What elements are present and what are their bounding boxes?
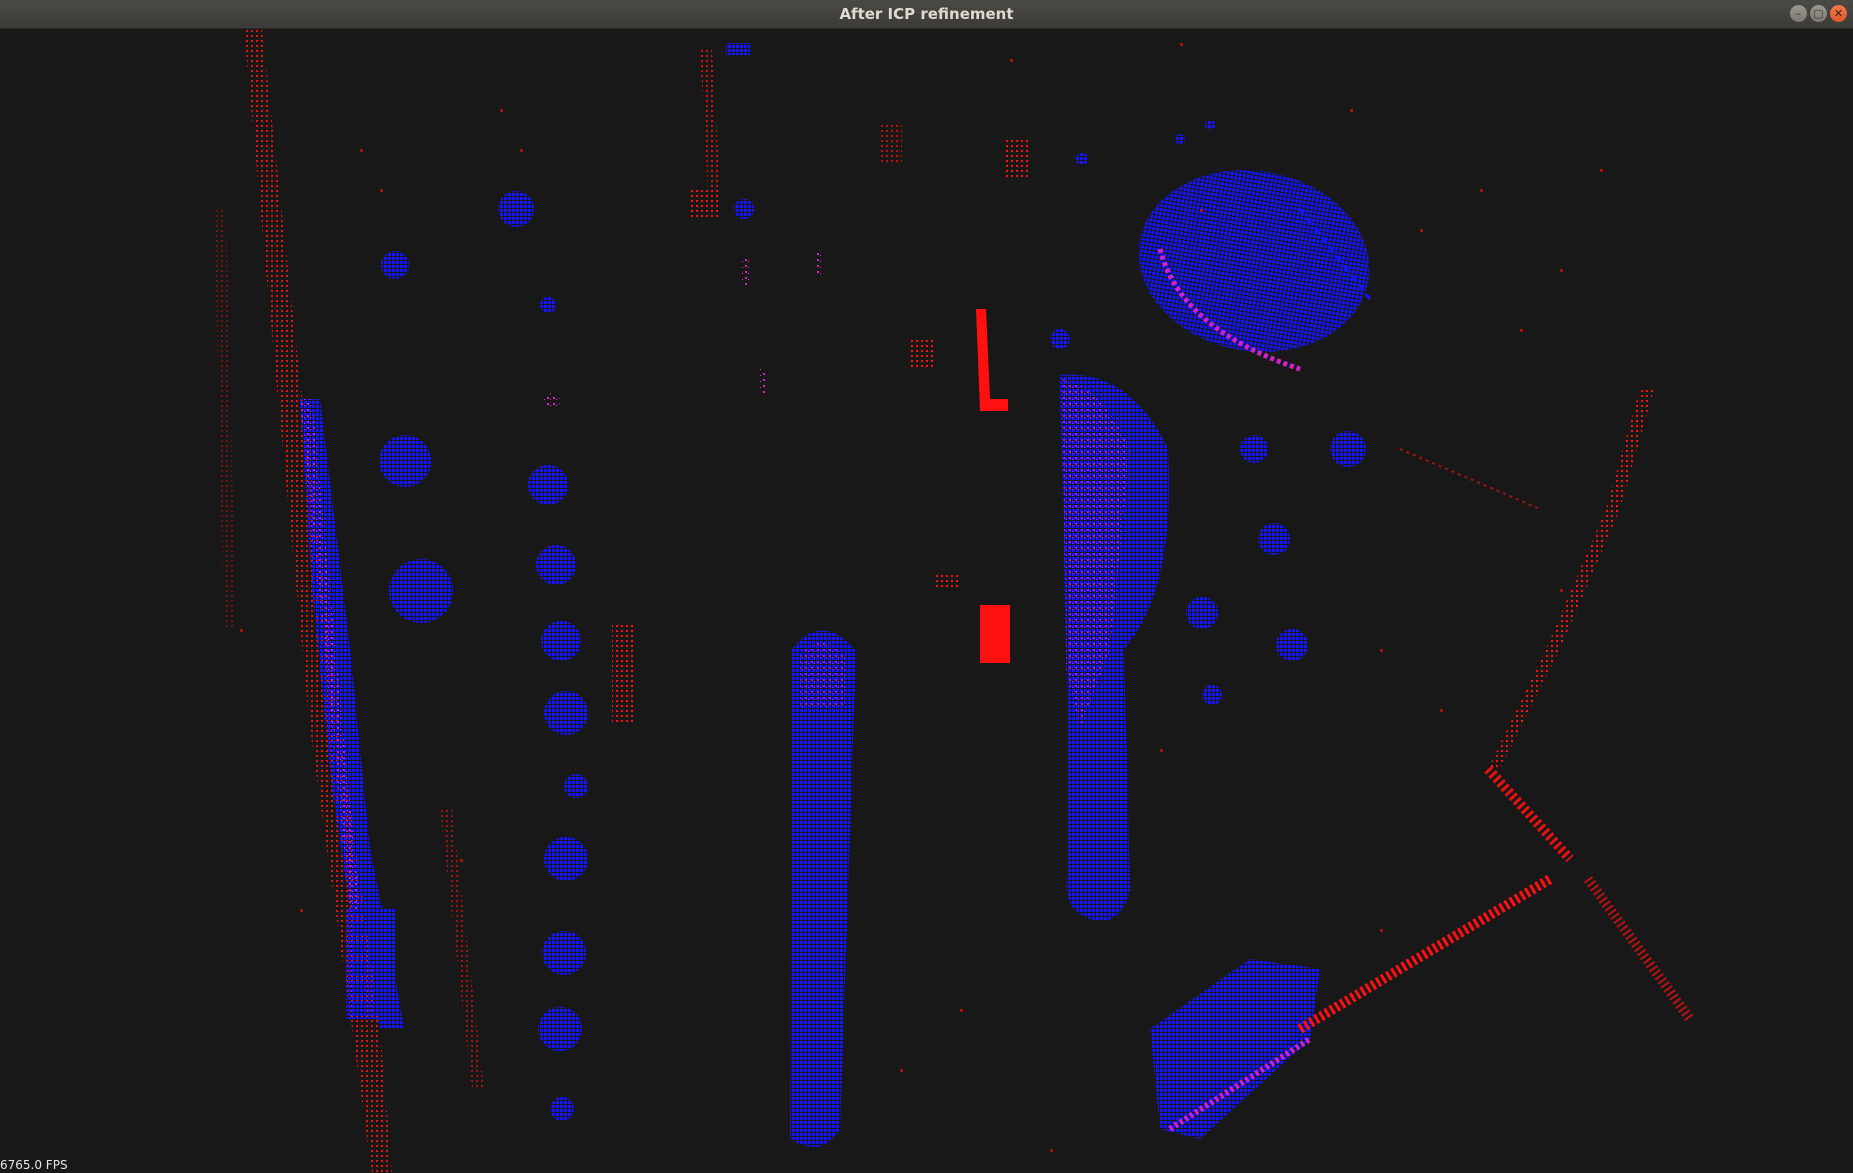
- blue-cloud-lower-vehicle: [1150, 959, 1320, 1139]
- blue-cloud-round-building: [1138, 170, 1372, 372]
- red-cloud-posts: [612, 49, 1030, 725]
- window-controls: – ▢ ✕: [1790, 5, 1847, 22]
- close-button[interactable]: ✕: [1830, 5, 1847, 22]
- blue-cloud-posts: [726, 43, 1070, 393]
- point-cloud-canvas[interactable]: [0, 29, 1853, 1173]
- window-title: After ICP refinement: [839, 5, 1014, 23]
- blue-cloud-trees: [379, 191, 588, 1121]
- fps-counter: 6765.0 FPS: [0, 1158, 68, 1172]
- blue-cloud-bus: [790, 630, 856, 1147]
- blue-cloud-truck: [1060, 374, 1170, 921]
- minimize-button[interactable]: –: [1790, 5, 1807, 22]
- point-cloud-viewport[interactable]: 6765.0 FPS: [0, 29, 1853, 1173]
- red-cloud-right-wall: [1297, 389, 1695, 1034]
- title-bar[interactable]: After ICP refinement – ▢ ✕: [0, 0, 1853, 29]
- app-window: After ICP refinement – ▢ ✕ 6765.0 FPS: [0, 0, 1853, 1173]
- maximize-button[interactable]: ▢: [1810, 5, 1827, 22]
